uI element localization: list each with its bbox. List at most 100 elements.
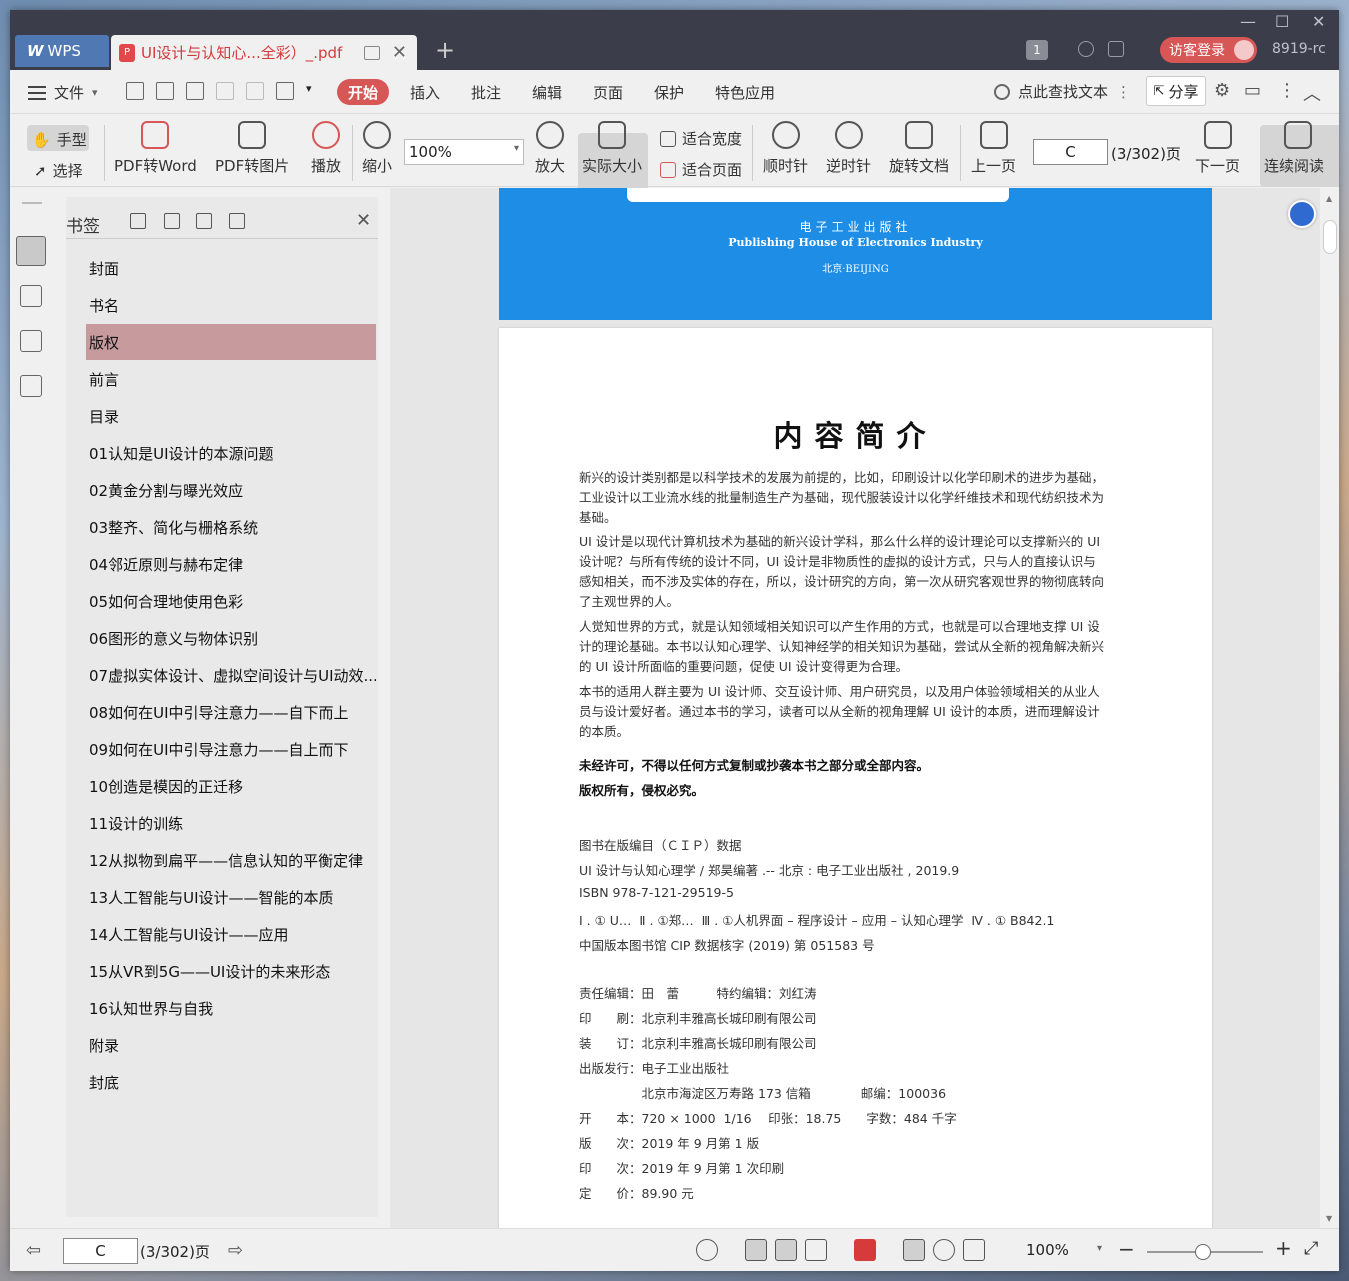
bookmark-item[interactable]: ▶02黄金分割与曝光效应 bbox=[86, 472, 376, 508]
zoom-out-button[interactable]: 缩小 bbox=[362, 121, 392, 176]
tab-annotate[interactable]: 批注 bbox=[471, 82, 501, 103]
bookmark-item[interactable]: ▶14人工智能与UI设计——应用 bbox=[86, 916, 376, 952]
scroll-up-icon[interactable]: ▲ bbox=[1326, 194, 1332, 203]
bookmark-item[interactable]: ▶11设计的训练 bbox=[86, 805, 376, 841]
pdf-to-word-button[interactable]: PDF转Word bbox=[114, 121, 197, 176]
zoom-in-button[interactable]: 放大 bbox=[535, 121, 565, 176]
close-panel-icon[interactable]: ✕ bbox=[356, 210, 371, 231]
fit-page-status-icon[interactable] bbox=[933, 1239, 955, 1261]
annotations-panel-icon[interactable] bbox=[20, 330, 42, 352]
bookmark-item[interactable]: 前言 bbox=[86, 361, 376, 397]
maximize-button[interactable]: ☐ bbox=[1275, 12, 1289, 31]
tab-start[interactable]: 开始 bbox=[337, 79, 389, 105]
find-text[interactable]: 点此查找文本 ⋮ bbox=[994, 81, 1131, 102]
minimize-button[interactable]: — bbox=[1240, 12, 1256, 31]
close-tab-icon[interactable]: ✕ bbox=[392, 42, 407, 63]
tab-special[interactable]: 特色应用 bbox=[715, 82, 775, 103]
bookmark-item[interactable]: 目录 bbox=[86, 398, 376, 434]
bookmark-item[interactable]: ▶09如何在UI中引导注意力——自上而下 bbox=[86, 731, 376, 767]
skin-icon[interactable] bbox=[1108, 41, 1124, 57]
undo-icon[interactable] bbox=[216, 82, 234, 100]
print-icon[interactable] bbox=[186, 82, 204, 100]
previous-page-button[interactable]: 上一页 bbox=[971, 121, 1016, 176]
collapse-ribbon-icon[interactable]: ︿ bbox=[1303, 80, 1321, 106]
bookmark-settings-icon[interactable] bbox=[229, 213, 245, 229]
bookmarks-panel-icon[interactable] bbox=[16, 236, 46, 266]
wps-home-tab[interactable]: W WPS bbox=[15, 35, 109, 67]
comment-icon[interactable]: ▭ bbox=[1244, 80, 1261, 101]
share-button[interactable]: ⇱ 分享 bbox=[1146, 76, 1206, 106]
continuous-view-icon[interactable] bbox=[745, 1239, 767, 1261]
zoom-minus-icon[interactable]: − bbox=[1118, 1237, 1135, 1261]
zoom-select[interactable]: 100% bbox=[404, 139, 524, 165]
more-dropdown-icon[interactable]: ▾ bbox=[306, 82, 324, 100]
document-viewport[interactable]: 电子工业出版社 Publishing House of Electronics … bbox=[390, 188, 1320, 1228]
hand-tool-button[interactable]: ✋ 手型 bbox=[32, 129, 87, 150]
actual-size-status-icon[interactable] bbox=[903, 1239, 925, 1261]
zoom-dropdown-icon[interactable]: ▾ bbox=[1097, 1243, 1102, 1254]
page-number-input[interactable]: C bbox=[1033, 139, 1108, 165]
actual-size-button[interactable]: 实际大小 bbox=[582, 121, 642, 176]
more-vertical-icon[interactable]: ⋮ bbox=[1116, 83, 1131, 101]
tab-edit[interactable]: 编辑 bbox=[532, 82, 562, 103]
expand-all-icon[interactable] bbox=[164, 213, 180, 229]
bookmark-item[interactable]: 封底 bbox=[86, 1064, 376, 1100]
file-menu[interactable]: 文件 ▾ bbox=[28, 82, 98, 103]
eye-care-icon[interactable] bbox=[696, 1239, 718, 1261]
document-tab[interactable]: P UI设计与认知心...全彩）_.pdf ✕ bbox=[111, 35, 417, 70]
tab-insert[interactable]: 插入 bbox=[410, 82, 440, 103]
double-page-view-icon[interactable] bbox=[805, 1239, 827, 1261]
bookmark-item[interactable]: ▶04邻近原则与赫布定律 bbox=[86, 546, 376, 582]
single-page-view-icon[interactable] bbox=[775, 1239, 797, 1261]
close-window-button[interactable]: ✕ bbox=[1312, 12, 1325, 31]
fit-width-status-icon[interactable] bbox=[963, 1239, 985, 1261]
open-icon[interactable] bbox=[126, 82, 144, 100]
redo-icon[interactable] bbox=[246, 82, 264, 100]
tab-protect[interactable]: 保护 bbox=[654, 82, 684, 103]
bookmark-item[interactable]: ▶06图形的意义与物体识别 bbox=[86, 620, 376, 656]
bookmark-item[interactable]: ▶05如何合理地使用色彩 bbox=[86, 583, 376, 619]
bookmark-item[interactable]: ▶01认知是UI设计的本源问题 bbox=[86, 435, 376, 471]
floating-tool-button[interactable] bbox=[1288, 200, 1316, 228]
zoom-plus-icon[interactable]: + bbox=[1275, 1236, 1292, 1260]
signature-panel-icon[interactable] bbox=[20, 375, 42, 397]
play-slideshow-icon[interactable] bbox=[854, 1239, 876, 1261]
bookmark-item[interactable]: 版权 bbox=[86, 324, 376, 360]
continuous-reading-button[interactable]: 连续阅读 bbox=[1264, 121, 1332, 176]
thumbnails-panel-icon[interactable] bbox=[20, 285, 42, 307]
rotate-counterclockwise-button[interactable]: 逆时针 bbox=[826, 121, 871, 176]
status-page-input[interactable]: C bbox=[63, 1238, 138, 1264]
bookmark-item[interactable]: 书名 bbox=[86, 287, 376, 323]
bookmark-item[interactable]: 附录 bbox=[86, 1027, 376, 1063]
save-icon[interactable] bbox=[156, 82, 174, 100]
zoom-slider[interactable] bbox=[1147, 1244, 1263, 1260]
bookmark-item[interactable]: ▶03整齐、简化与栅格系统 bbox=[86, 509, 376, 545]
scroll-down-icon[interactable]: ▼ bbox=[1326, 1214, 1332, 1223]
bookmark-item[interactable]: ▶16认知世界与自我 bbox=[86, 990, 376, 1026]
rotate-clockwise-button[interactable]: 顺时针 bbox=[763, 121, 808, 176]
tab-page[interactable]: 页面 bbox=[593, 82, 623, 103]
pdf-to-image-button[interactable]: PDF转图片 bbox=[215, 121, 289, 176]
guest-login-button[interactable]: 访客登录 bbox=[1160, 37, 1257, 63]
new-tab-button[interactable]: + bbox=[435, 36, 455, 64]
bookmark-item[interactable]: ▶15从VR到5G——UI设计的未来形态 bbox=[86, 953, 376, 989]
zoom-slider-knob[interactable] bbox=[1195, 1244, 1211, 1260]
select-tool-button[interactable]: ➚ 选择 bbox=[34, 160, 83, 181]
rotate-document-button[interactable]: 旋转文档 bbox=[889, 121, 949, 176]
bookmark-item[interactable]: ▶12从拟物到扁平——信息认知的平衡定律 bbox=[86, 842, 376, 878]
bookmark-item[interactable]: ▶07虚拟实体设计、虚拟空间设计与UI动效... bbox=[86, 657, 376, 693]
bookmark-item[interactable]: ▶13人工智能与UI设计——智能的本质 bbox=[86, 879, 376, 915]
vertical-scrollbar[interactable]: ▲ ▼ bbox=[1322, 188, 1339, 1228]
fit-width-button[interactable]: 适合宽度 bbox=[660, 128, 742, 149]
fit-page-button[interactable]: 适合页面 bbox=[660, 159, 742, 180]
add-bookmark-icon[interactable] bbox=[130, 213, 146, 229]
play-button[interactable]: 播放 bbox=[311, 121, 341, 176]
next-page-button[interactable]: 下一页 bbox=[1195, 121, 1240, 176]
export-icon[interactable] bbox=[276, 82, 294, 100]
tab-count-badge[interactable]: 1 bbox=[1026, 40, 1048, 60]
next-page-icon[interactable]: ⇨ bbox=[228, 1240, 243, 1261]
status-zoom-value[interactable]: 100% bbox=[1026, 1241, 1069, 1259]
scrollbar-thumb[interactable] bbox=[1323, 220, 1337, 254]
sync-icon[interactable] bbox=[1078, 41, 1094, 57]
more-options-icon[interactable]: ⋮ bbox=[1278, 80, 1296, 101]
